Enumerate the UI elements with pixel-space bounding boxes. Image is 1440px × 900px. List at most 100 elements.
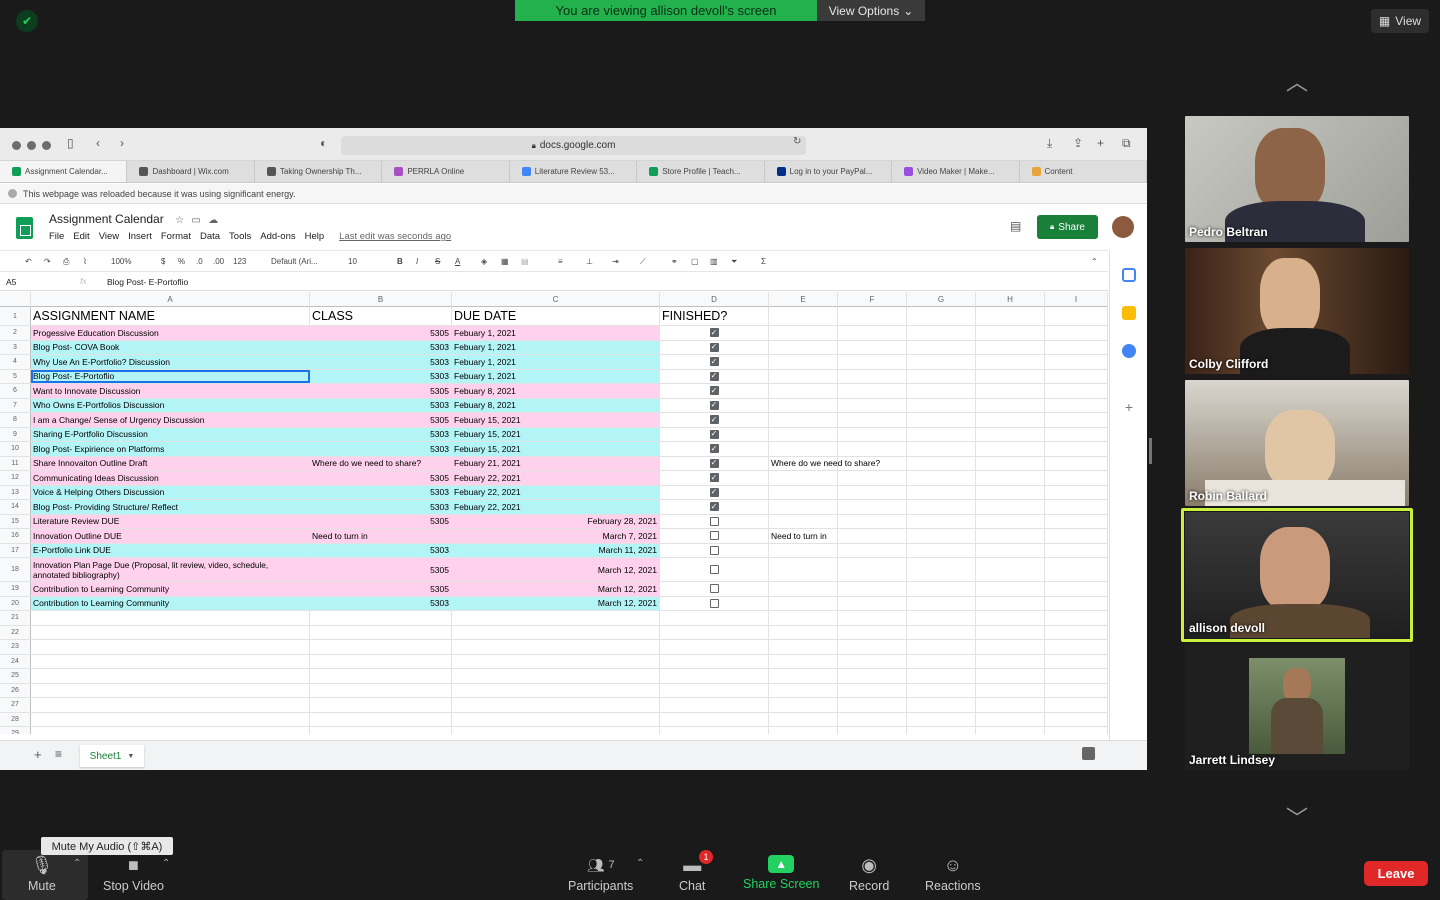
back-icon[interactable]: ‹: [96, 136, 100, 150]
cell-i[interactable]: [1045, 582, 1108, 596]
row-number[interactable]: 18: [0, 558, 31, 581]
cell-d[interactable]: ✓: [660, 485, 769, 499]
cell-i[interactable]: [1045, 456, 1108, 470]
cell-a[interactable]: Voice & Helping Others Discussion: [31, 485, 310, 499]
cell-f[interactable]: [838, 398, 907, 412]
video-options-caret-icon[interactable]: ⌃: [162, 858, 170, 869]
cell-b[interactable]: Need to turn in: [310, 529, 452, 543]
cell-g[interactable]: [907, 683, 976, 697]
increase-decimal[interactable]: .00: [213, 257, 224, 266]
cell-i[interactable]: [1045, 398, 1108, 412]
paint-format-icon[interactable]: ⌇: [83, 257, 87, 266]
cell-a[interactable]: Blog Post- E-Portoflio: [31, 369, 310, 383]
browser-tab[interactable]: Dashboard | Wix.com: [127, 161, 255, 182]
cell-a[interactable]: Want to Innovate Discussion: [31, 384, 310, 398]
header-cell[interactable]: FINISHED?: [660, 307, 769, 325]
gallery-down-icon[interactable]: ﹀: [1280, 806, 1314, 831]
formula-input[interactable]: Blog Post- E-Portoflio: [107, 277, 188, 287]
row-number[interactable]: 14: [0, 500, 31, 514]
cell-e[interactable]: [769, 384, 838, 398]
cell-b[interactable]: 5303: [310, 442, 452, 456]
cell-g[interactable]: [907, 582, 976, 596]
finished-checkbox[interactable]: [709, 516, 719, 526]
cell-h[interactable]: [976, 727, 1045, 734]
tab-overview-icon[interactable]: ⧉: [1122, 136, 1131, 151]
cell-f[interactable]: [838, 596, 907, 610]
cell-d[interactable]: [660, 529, 769, 543]
cell-c[interactable]: Febuary 1, 2021: [452, 369, 660, 383]
cell-c[interactable]: [452, 727, 660, 734]
sidebar-toggle-icon[interactable]: ▯: [67, 136, 74, 150]
cell-f[interactable]: [838, 355, 907, 369]
tasks-icon[interactable]: [1122, 344, 1136, 358]
cell-b[interactable]: 5303: [310, 340, 452, 354]
document-title[interactable]: Assignment Calendar ☆ ▭ ☁︎: [49, 212, 218, 226]
cell-a[interactable]: Communicating Ideas Discussion: [31, 471, 310, 485]
cell-g[interactable]: [907, 640, 976, 654]
more-formats[interactable]: 123: [233, 257, 246, 266]
cell-a[interactable]: Contribution to Learning Community: [31, 596, 310, 610]
cell-h[interactable]: [976, 471, 1045, 485]
close-notice-icon[interactable]: [8, 189, 17, 198]
cell-g[interactable]: [907, 326, 976, 340]
cell-h[interactable]: [976, 340, 1045, 354]
cell-a[interactable]: [31, 611, 310, 625]
cell-a[interactable]: Contribution to Learning Community: [31, 582, 310, 596]
row-number[interactable]: 8: [0, 413, 31, 427]
cell-i[interactable]: [1045, 355, 1108, 369]
browser-tab[interactable]: Assignment Calendar...: [0, 161, 128, 182]
cell-i[interactable]: [1045, 485, 1108, 499]
reactions-button[interactable]: ☺ Reactions: [925, 855, 981, 894]
cell-g[interactable]: [907, 398, 976, 412]
cell-h[interactable]: [976, 384, 1045, 398]
cell-b[interactable]: [310, 683, 452, 697]
user-avatar[interactable]: [1112, 216, 1134, 238]
cell-h[interactable]: [976, 442, 1045, 456]
cell-f[interactable]: [838, 485, 907, 499]
name-box[interactable]: A5: [6, 277, 16, 287]
cell-e[interactable]: [769, 582, 838, 596]
cell-b[interactable]: 5305: [310, 471, 452, 485]
merge-cells-icon[interactable]: ▤: [521, 257, 529, 266]
cell-b[interactable]: [310, 640, 452, 654]
cell-g[interactable]: [907, 543, 976, 557]
cell-b[interactable]: [310, 625, 452, 639]
column-header-g[interactable]: G: [907, 292, 976, 307]
cell-e[interactable]: [769, 611, 838, 625]
cell-d[interactable]: [660, 727, 769, 734]
cell-f[interactable]: [838, 340, 907, 354]
column-header-a[interactable]: A: [31, 292, 310, 307]
insert-comment-icon[interactable]: ▢: [691, 257, 699, 266]
functions-icon[interactable]: Σ: [761, 257, 766, 266]
browser-tab[interactable]: Literature Review 53...: [510, 161, 638, 182]
cell-b[interactable]: [310, 727, 452, 734]
browser-tab[interactable]: Video Maker | Make...: [892, 161, 1020, 182]
row-number[interactable]: 12: [0, 471, 31, 485]
cell-b[interactable]: 5305: [310, 326, 452, 340]
menu-addons[interactable]: Add-ons: [260, 231, 295, 242]
row-number[interactable]: 5: [0, 369, 31, 383]
row-number[interactable]: 24: [0, 654, 31, 668]
cell-c[interactable]: Febuary 22, 2021: [452, 471, 660, 485]
column-header-b[interactable]: B: [310, 292, 452, 307]
cell-e[interactable]: [769, 307, 838, 325]
keep-icon[interactable]: [1122, 306, 1136, 320]
text-wrap-icon[interactable]: ⇥: [612, 257, 619, 266]
cell-i[interactable]: [1045, 625, 1108, 639]
cell-g[interactable]: [907, 307, 976, 325]
menu-file[interactable]: File: [49, 231, 64, 242]
cell-a[interactable]: Why Use An E-Portfolio? Discussion: [31, 355, 310, 369]
cell-b[interactable]: 5303: [310, 355, 452, 369]
text-color-icon[interactable]: A: [455, 257, 460, 266]
cell-h[interactable]: [976, 413, 1045, 427]
row-number[interactable]: 22: [0, 625, 31, 639]
cell-f[interactable]: [838, 442, 907, 456]
cell-d[interactable]: [660, 625, 769, 639]
cell-d[interactable]: ✓: [660, 427, 769, 441]
cell-i[interactable]: [1045, 307, 1108, 325]
cell-f[interactable]: [838, 456, 907, 470]
cell-c[interactable]: March 7, 2021: [452, 529, 660, 543]
row-number[interactable]: 20: [0, 596, 31, 610]
cell-g[interactable]: [907, 355, 976, 369]
cell-e[interactable]: [769, 485, 838, 499]
